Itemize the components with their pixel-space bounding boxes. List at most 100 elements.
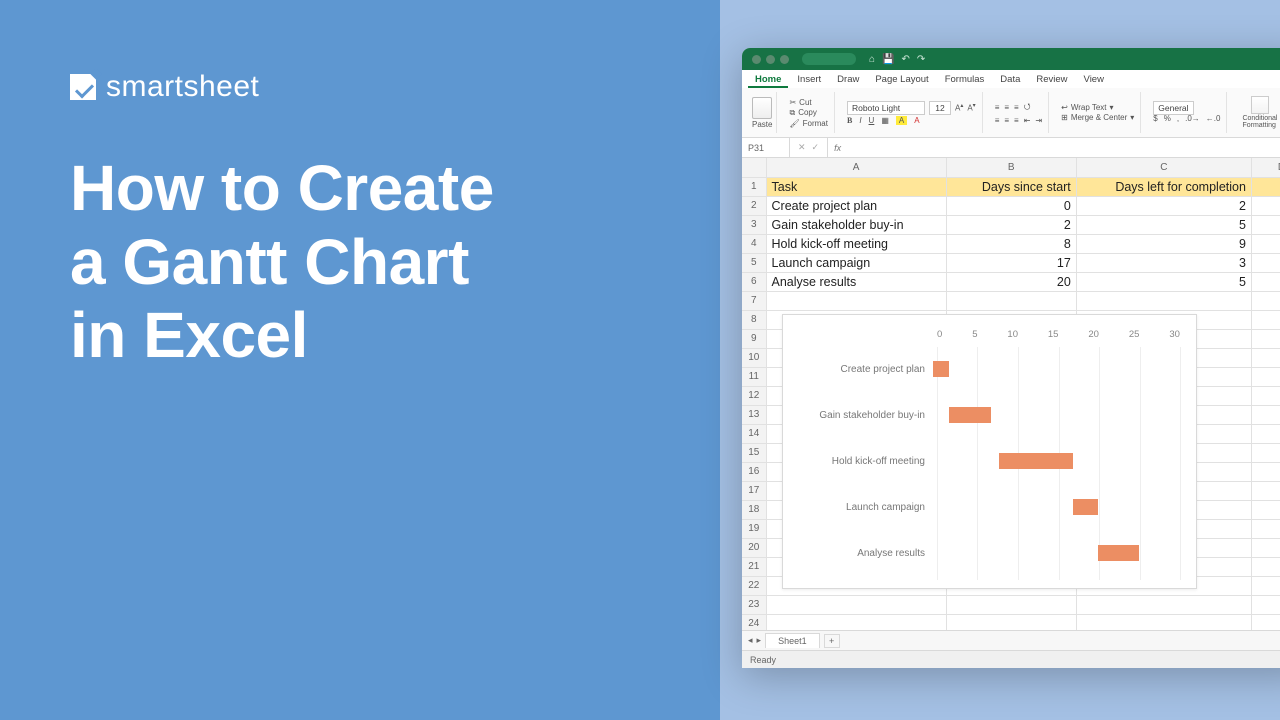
format-painter-button[interactable]: 🖌 Format	[789, 119, 828, 128]
cancel-icon[interactable]: ✕	[798, 142, 806, 153]
tab-data[interactable]: Data	[993, 72, 1027, 88]
cell-D6[interactable]	[1251, 272, 1280, 291]
conditional-formatting-button[interactable]: Conditional Formatting	[1239, 96, 1280, 129]
row-head-14[interactable]: 14	[742, 424, 766, 443]
tab-insert[interactable]: Insert	[790, 72, 828, 88]
sheet-nav-next-icon[interactable]: ▸	[757, 635, 762, 646]
sheet-nav-prev-icon[interactable]: ◂	[748, 635, 753, 646]
row-head-6[interactable]: 6	[742, 272, 766, 291]
col-A[interactable]: A	[766, 158, 946, 177]
grid-area[interactable]: A B C D 1TaskDays since startDays left f…	[742, 158, 1280, 630]
cell-B4[interactable]: 8	[946, 234, 1076, 253]
cell-C24[interactable]	[1076, 614, 1251, 630]
cell-D24[interactable]	[1251, 614, 1280, 630]
number-format-select[interactable]: General	[1153, 101, 1193, 115]
cell-D14[interactable]	[1251, 424, 1280, 443]
row-head-15[interactable]: 15	[742, 443, 766, 462]
row-head-16[interactable]: 16	[742, 462, 766, 481]
traffic-light-close-icon[interactable]	[752, 55, 761, 64]
cell-B7[interactable]	[946, 291, 1076, 310]
font-size-select[interactable]: 12	[929, 101, 951, 115]
align-center-icon[interactable]: ≡	[1004, 116, 1009, 125]
cell-D19[interactable]	[1251, 519, 1280, 538]
italic-button[interactable]: I	[859, 116, 861, 125]
cell-D17[interactable]	[1251, 481, 1280, 500]
traffic-light-min-icon[interactable]	[766, 55, 775, 64]
cell-A7[interactable]	[766, 291, 946, 310]
orientation-icon[interactable]: ⭯	[1024, 101, 1031, 115]
cell-C7[interactable]	[1076, 291, 1251, 310]
font-color-button[interactable]: A	[914, 116, 919, 125]
row-head-5[interactable]: 5	[742, 253, 766, 272]
cut-button[interactable]: ✂ Cut	[789, 98, 828, 107]
grow-font-icon[interactable]: A▴	[955, 102, 963, 113]
cell-C3[interactable]: 5	[1076, 215, 1251, 234]
align-mid-icon[interactable]: ≡	[1004, 103, 1009, 112]
cell-A4[interactable]: Hold kick-off meeting	[766, 234, 946, 253]
indent-inc-icon[interactable]: ⇥	[1035, 116, 1042, 125]
row-head-18[interactable]: 18	[742, 500, 766, 519]
col-D[interactable]: D	[1251, 158, 1280, 177]
align-left-icon[interactable]: ≡	[995, 116, 1000, 125]
cell-D12[interactable]	[1251, 386, 1280, 405]
gantt-chart[interactable]: 051015202530 Create project planGain sta…	[782, 314, 1197, 589]
cell-C4[interactable]: 9	[1076, 234, 1251, 253]
paste-icon[interactable]	[752, 97, 772, 119]
chart-bar-1[interactable]	[949, 407, 990, 423]
name-box[interactable]: P31	[742, 138, 790, 157]
traffic-light-max-icon[interactable]	[780, 55, 789, 64]
row-head-8[interactable]: 8	[742, 310, 766, 329]
tab-formulas[interactable]: Formulas	[938, 72, 992, 88]
cell-D15[interactable]	[1251, 443, 1280, 462]
row-head-4[interactable]: 4	[742, 234, 766, 253]
autosave-toggle[interactable]	[802, 53, 856, 65]
tab-review[interactable]: Review	[1029, 72, 1074, 88]
row-head-3[interactable]: 3	[742, 215, 766, 234]
align-right-icon[interactable]: ≡	[1014, 116, 1019, 125]
cell-B23[interactable]	[946, 595, 1076, 614]
comma-icon[interactable]: ,	[1177, 114, 1179, 123]
cell-D10[interactable]	[1251, 348, 1280, 367]
row-head-10[interactable]: 10	[742, 348, 766, 367]
cell-D7[interactable]	[1251, 291, 1280, 310]
row-head-24[interactable]: 24	[742, 614, 766, 630]
align-bot-icon[interactable]: ≡	[1014, 103, 1019, 112]
cell-A6[interactable]: Analyse results	[766, 272, 946, 291]
underline-button[interactable]: U	[869, 116, 875, 125]
cell-D20[interactable]	[1251, 538, 1280, 557]
row-head-7[interactable]: 7	[742, 291, 766, 310]
cell-B2[interactable]: 0	[946, 196, 1076, 215]
row-head-23[interactable]: 23	[742, 595, 766, 614]
cell-A3[interactable]: Gain stakeholder buy-in	[766, 215, 946, 234]
add-sheet-button[interactable]: +	[824, 634, 840, 648]
tab-view[interactable]: View	[1077, 72, 1111, 88]
row-head-21[interactable]: 21	[742, 557, 766, 576]
col-C[interactable]: C	[1076, 158, 1251, 177]
fx-icon[interactable]: fx	[828, 143, 847, 153]
cell-D3[interactable]	[1251, 215, 1280, 234]
cell-B24[interactable]	[946, 614, 1076, 630]
row-head-2[interactable]: 2	[742, 196, 766, 215]
cell-A5[interactable]: Launch campaign	[766, 253, 946, 272]
fill-color-button[interactable]: A	[896, 116, 907, 125]
bold-button[interactable]: B	[847, 116, 852, 125]
cell-D8[interactable]	[1251, 310, 1280, 329]
cell-D23[interactable]	[1251, 595, 1280, 614]
redo-icon[interactable]: ↷	[917, 54, 925, 65]
cell-B3[interactable]: 2	[946, 215, 1076, 234]
cell-C1[interactable]: Days left for completion	[1076, 177, 1251, 196]
cell-A1[interactable]: Task	[766, 177, 946, 196]
cell-D13[interactable]	[1251, 405, 1280, 424]
cell-C5[interactable]: 3	[1076, 253, 1251, 272]
percent-icon[interactable]: %	[1164, 114, 1171, 123]
row-head-13[interactable]: 13	[742, 405, 766, 424]
cell-D16[interactable]	[1251, 462, 1280, 481]
tab-home[interactable]: Home	[748, 72, 788, 88]
tab-page-layout[interactable]: Page Layout	[868, 72, 935, 88]
tab-draw[interactable]: Draw	[830, 72, 866, 88]
cell-A24[interactable]	[766, 614, 946, 630]
chart-bar-4[interactable]	[1098, 545, 1139, 561]
font-select[interactable]: Roboto Light	[847, 101, 925, 115]
select-all-corner[interactable]	[742, 158, 766, 177]
cell-D4[interactable]	[1251, 234, 1280, 253]
